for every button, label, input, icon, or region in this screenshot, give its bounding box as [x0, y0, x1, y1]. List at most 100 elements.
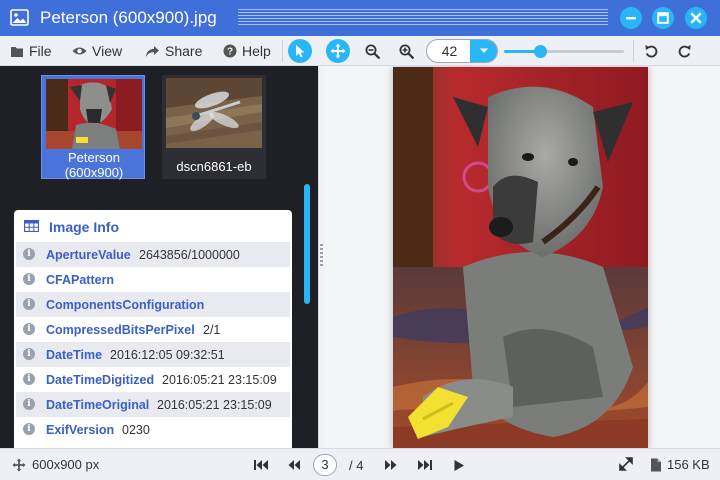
info-row[interactable]: i ApertureValue 2643856/1000000	[16, 242, 290, 267]
menu-file[interactable]: File	[10, 41, 52, 61]
image-icon	[10, 9, 29, 26]
last-page-button[interactable]	[416, 456, 434, 474]
zoom-combobox[interactable]: 42	[426, 39, 498, 63]
zoom-out-button[interactable]	[362, 41, 382, 61]
splitter-grip	[320, 244, 323, 266]
image-viewer[interactable]	[324, 66, 720, 448]
previous-icon	[288, 460, 300, 470]
page-total: / 4	[349, 458, 364, 473]
info-icon: i	[23, 323, 35, 335]
window-title: Peterson (600x900).jpg	[40, 8, 217, 27]
minimize-button[interactable]	[620, 7, 642, 29]
close-icon	[690, 12, 702, 24]
maximize-button[interactable]	[652, 7, 674, 29]
image-info-panel: Image Info i ApertureValue 2643856/1000000…	[14, 210, 292, 448]
info-value: 0230	[122, 422, 150, 437]
info-icon: i	[23, 373, 35, 385]
info-icon: i	[23, 348, 35, 360]
toolbar-divider	[633, 40, 634, 62]
sidebar-scrollbar[interactable]	[304, 184, 310, 304]
image-dimensions: 600x900 px	[12, 457, 99, 472]
thumbnail-label: Peterson (600x900)	[64, 150, 124, 180]
zoom-in-icon	[399, 44, 414, 59]
share-icon	[146, 45, 159, 57]
menu-help[interactable]: ? Help	[223, 41, 271, 61]
status-bar: 600x900 px 3 / 4 156 KB	[0, 448, 720, 480]
zoom-in-button[interactable]	[396, 41, 416, 61]
info-key: DateTimeDigitized	[46, 372, 155, 387]
info-key: ComponentsConfiguration	[46, 297, 205, 312]
image-info-header[interactable]: Image Info	[14, 210, 292, 242]
thumbnail-dscn6861[interactable]: dscn6861-eb	[162, 75, 266, 179]
thumbnail-peterson[interactable]: Peterson (600x900)	[41, 75, 145, 180]
info-key: CFAPattern	[46, 272, 115, 287]
info-icon: i	[23, 248, 35, 260]
rotate-left-icon	[645, 45, 658, 58]
pointer-icon	[296, 45, 305, 58]
menu-share[interactable]: Share	[145, 41, 202, 61]
zoom-out-icon	[365, 44, 380, 59]
info-value: 2643856/1000000	[139, 247, 240, 262]
menu-view-label: View	[92, 43, 123, 59]
file-size-label: 156 KB	[667, 457, 710, 472]
menu-help-label: Help	[242, 43, 271, 59]
info-value: 2016:05:21 23:15:09	[162, 372, 277, 387]
eye-icon	[72, 47, 87, 55]
info-icon: i	[23, 423, 35, 435]
info-value: 2016:12:05 09:32:51	[110, 347, 225, 362]
play-slideshow-button[interactable]	[450, 456, 468, 474]
thumbnail-image	[166, 78, 262, 148]
fullscreen-button[interactable]	[619, 457, 633, 474]
image-info-list: i ApertureValue 2643856/1000000 i CFAPattern…	[16, 242, 290, 442]
image-dimensions-label: 600x900 px	[32, 457, 100, 472]
table-icon	[24, 220, 39, 232]
select-tool-button[interactable]	[288, 39, 312, 63]
play-icon	[454, 459, 464, 471]
info-value: 2/1	[203, 322, 221, 337]
info-row[interactable]: i DateTimeDigitized 2016:05:21 23:15:09	[16, 367, 290, 392]
main-image	[393, 67, 648, 448]
pan-tool-button[interactable]	[326, 39, 350, 63]
rotate-right-icon	[678, 45, 691, 58]
page-number-input[interactable]: 3	[313, 454, 337, 476]
maximize-icon	[657, 12, 669, 24]
next-icon	[385, 460, 397, 470]
info-icon: i	[23, 273, 35, 285]
zoom-slider-thumb[interactable]	[534, 45, 547, 58]
info-row[interactable]: i DateTime 2016:12:05 09:32:51	[16, 342, 290, 367]
toolbar: File View Share ? Help 42	[0, 36, 720, 66]
info-value: 2016:05:21 23:15:09	[157, 397, 272, 412]
toolbar-divider	[282, 40, 283, 62]
svg-text:?: ?	[227, 47, 233, 58]
zoom-dropdown-button[interactable]	[470, 40, 497, 62]
rotate-left-button[interactable]	[641, 41, 661, 61]
info-row[interactable]: i CompressedBitsPerPixel 2/1	[16, 317, 290, 342]
menu-view[interactable]: View	[72, 41, 122, 61]
zoom-value[interactable]: 42	[427, 40, 472, 62]
next-page-button[interactable]	[382, 456, 400, 474]
chevron-down-icon	[479, 48, 488, 53]
info-row[interactable]: i ComponentsConfiguration	[16, 292, 290, 317]
zoom-slider[interactable]	[504, 45, 624, 58]
info-key: ApertureValue	[46, 247, 131, 262]
close-button[interactable]	[685, 7, 707, 29]
file-size: 156 KB	[650, 457, 710, 472]
previous-page-button[interactable]	[285, 456, 303, 474]
move-icon	[12, 457, 26, 472]
title-grip[interactable]	[238, 9, 608, 27]
info-key: CompressedBitsPerPixel	[46, 322, 195, 337]
sidebar: Peterson (600x900) dscn6861-eb Image Inf…	[0, 66, 318, 448]
minimize-icon	[626, 17, 636, 20]
info-row[interactable]: i CFAPattern	[16, 267, 290, 292]
info-icon: i	[23, 398, 35, 410]
expand-icon	[619, 457, 633, 471]
info-key: DateTime	[46, 347, 103, 362]
info-row[interactable]: i DateTimeOriginal 2016:05:21 23:15:09	[16, 392, 290, 417]
folder-icon	[11, 46, 23, 57]
info-row[interactable]: i ExifVersion 0230	[16, 417, 290, 442]
first-page-button[interactable]	[252, 456, 270, 474]
info-icon: i	[23, 298, 35, 310]
title-bar[interactable]: Peterson (600x900).jpg	[0, 0, 720, 36]
image-info-title: Image Info	[49, 219, 120, 235]
rotate-right-button[interactable]	[675, 41, 695, 61]
